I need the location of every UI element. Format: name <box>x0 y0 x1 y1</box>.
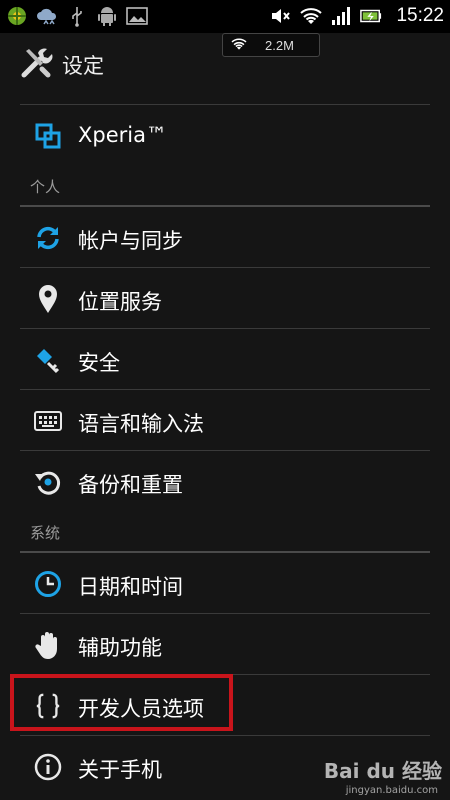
setting-item-accounts-sync[interactable]: 帐户与同步 <box>0 207 450 267</box>
section-title: 系统 <box>30 524 61 542</box>
usb-icon <box>66 5 88 27</box>
gallery-icon <box>126 5 148 27</box>
android-icon <box>96 5 118 27</box>
system-icons: 15:22 <box>270 4 444 28</box>
app-notification-icon <box>6 5 28 27</box>
mute-icon <box>270 5 292 27</box>
backup-restore-icon <box>34 468 62 496</box>
network-speed-indicator: 2.2M <box>222 33 320 57</box>
wifi-icon <box>231 36 247 55</box>
setting-item-xperia[interactable]: Xperia™ <box>0 105 450 165</box>
watermark-logo: Bai du 经验 <box>323 759 442 783</box>
security-key-icon <box>34 346 62 374</box>
settings-tools-icon[interactable] <box>18 45 54 81</box>
watermark-url: jingyan.baidu.com <box>345 785 438 796</box>
setting-item-label: 安全 <box>78 351 120 375</box>
setting-item-language-input[interactable]: 语言和输入法 <box>0 390 450 450</box>
notification-icons <box>6 5 148 27</box>
status-bar: 15:22 <box>0 0 450 33</box>
signal-icon <box>330 5 352 27</box>
setting-item-accessibility[interactable]: 辅助功能 <box>0 614 450 674</box>
cloud-upload-icon <box>36 5 58 27</box>
setting-item-label: 辅助功能 <box>78 636 162 660</box>
setting-item-backup-reset[interactable]: 备份和重置 <box>0 451 450 511</box>
xperia-icon <box>34 122 62 150</box>
watermark: Bai du 经验 jingyan.baidu.com <box>323 755 442 796</box>
location-icon <box>34 285 62 313</box>
network-speed-value: 2.2M <box>265 37 294 53</box>
setting-item-location[interactable]: 位置服务 <box>0 268 450 328</box>
info-icon <box>34 753 62 781</box>
keyboard-icon <box>34 407 62 435</box>
clock: 15:22 <box>396 5 444 26</box>
highlight-box <box>10 674 233 731</box>
setting-item-security[interactable]: 安全 <box>0 329 450 389</box>
setting-item-label: 帐户与同步 <box>78 229 183 253</box>
setting-item-label: 位置服务 <box>78 290 162 314</box>
setting-item-label: Xperia™ <box>78 123 167 147</box>
section-title: 个人 <box>30 178 61 196</box>
page-title: 设定 <box>62 54 104 78</box>
battery-icon <box>360 5 382 27</box>
hand-icon <box>34 631 62 659</box>
section-header-personal: 个人 <box>0 165 450 205</box>
setting-item-label: 语言和输入法 <box>78 412 204 436</box>
section-header-system: 系统 <box>0 511 450 551</box>
setting-item-label: 日期和时间 <box>78 575 183 599</box>
clock-icon <box>34 570 62 598</box>
setting-item-label: 关于手机 <box>78 758 162 782</box>
sync-icon <box>34 224 62 252</box>
setting-item-date-time[interactable]: 日期和时间 <box>0 553 450 613</box>
wifi-icon <box>300 5 323 27</box>
setting-item-label: 备份和重置 <box>78 473 183 497</box>
